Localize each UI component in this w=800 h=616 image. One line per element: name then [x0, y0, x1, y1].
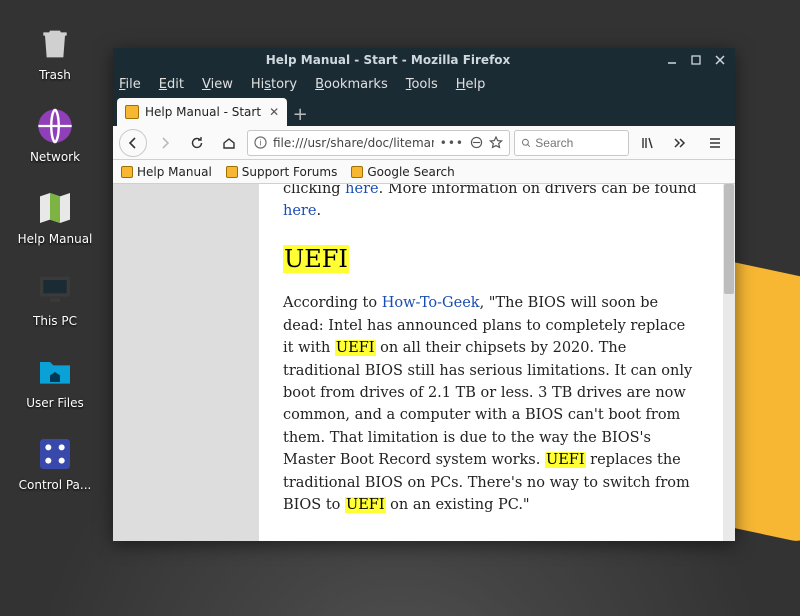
chevron-double-right-icon — [672, 136, 686, 150]
reader-mode-icon[interactable] — [470, 136, 483, 149]
browser-tab[interactable]: Help Manual - Start ✕ — [117, 98, 287, 126]
desktop-icon-help-manual[interactable]: Help Manual — [0, 186, 110, 246]
trash-icon — [35, 24, 75, 64]
article-heading: UEFI — [283, 241, 699, 278]
scrollbar-thumb[interactable] — [724, 184, 734, 294]
menu-bar: File Edit View History Bookmarks Tools H… — [113, 72, 735, 96]
home-icon — [222, 136, 236, 150]
content-area: clicking here. More information on drive… — [113, 184, 735, 541]
window-minimize-button[interactable] — [663, 51, 681, 69]
window-maximize-button[interactable] — [687, 51, 705, 69]
new-tab-button[interactable]: + — [287, 102, 313, 126]
bookmark-support-forums[interactable]: Support Forums — [226, 165, 338, 179]
link-here-2[interactable]: here — [283, 203, 316, 219]
bookmark-favicon — [121, 166, 133, 178]
reload-icon — [190, 136, 204, 150]
menu-bookmarks[interactable]: Bookmarks — [315, 77, 388, 92]
bookmark-star-icon[interactable] — [489, 136, 503, 150]
overflow-button[interactable] — [665, 129, 693, 157]
forward-button[interactable] — [151, 129, 179, 157]
tab-favicon — [125, 105, 139, 119]
menu-view[interactable]: View — [202, 77, 233, 92]
menu-edit[interactable]: Edit — [159, 77, 184, 92]
library-button[interactable] — [633, 129, 661, 157]
bookmark-google-search[interactable]: Google Search — [351, 165, 454, 179]
tab-title: Help Manual - Start — [145, 105, 261, 119]
desktop-icon-trash[interactable]: Trash — [0, 22, 110, 82]
desktop-icon-user-files[interactable]: User Files — [0, 350, 110, 410]
url-text: file:///usr/share/doc/liteman — [273, 136, 434, 150]
window-title: Help Manual - Start - Mozilla Firefox — [113, 53, 663, 67]
search-icon — [521, 137, 531, 149]
app-menu-button[interactable] — [701, 129, 729, 157]
folder-home-icon — [35, 352, 75, 392]
article-next-heading: How do I know if my computer has — [283, 539, 699, 541]
ellipsis-icon[interactable]: ••• — [440, 136, 464, 150]
menu-file[interactable]: File — [119, 77, 141, 92]
hamburger-icon — [708, 136, 722, 150]
reload-button[interactable] — [183, 129, 211, 157]
menu-help[interactable]: Help — [456, 77, 486, 92]
settings-icon — [35, 434, 75, 474]
article-paragraph: According to How-To-Geek, "The BIOS will… — [283, 292, 699, 517]
document-viewport[interactable]: clicking here. More information on drive… — [113, 184, 723, 541]
window-close-button[interactable] — [711, 51, 729, 69]
article-prev-line: clicking here. More information on drive… — [283, 184, 699, 223]
bookmark-favicon — [351, 166, 363, 178]
bookmark-help-manual[interactable]: Help Manual — [121, 165, 212, 179]
arrow-left-icon — [126, 136, 140, 150]
info-icon: i — [254, 136, 267, 149]
tab-strip: Help Manual - Start ✕ + — [113, 96, 735, 126]
desktop-icon-control-panel[interactable]: Control Pa... — [0, 432, 110, 492]
desktop-icon-network[interactable]: Network — [0, 104, 110, 164]
firefox-window: Help Manual - Start - Mozilla Firefox Fi… — [113, 48, 735, 541]
network-icon — [35, 106, 75, 146]
arrow-right-icon — [158, 136, 172, 150]
map-icon — [35, 188, 75, 228]
menu-tools[interactable]: Tools — [406, 77, 438, 92]
search-input[interactable] — [535, 136, 622, 150]
link-here-1[interactable]: here — [345, 184, 378, 197]
bookmarks-toolbar: Help Manual Support Forums Google Search — [113, 160, 735, 184]
svg-text:i: i — [259, 137, 261, 147]
window-titlebar[interactable]: Help Manual - Start - Mozilla Firefox — [113, 48, 735, 72]
home-button[interactable] — [215, 129, 243, 157]
library-icon — [640, 136, 654, 150]
article-page: clicking here. More information on drive… — [259, 184, 723, 541]
navigation-toolbar: i file:///usr/share/doc/liteman ••• — [113, 126, 735, 160]
menu-history[interactable]: History — [251, 77, 297, 92]
monitor-icon — [35, 270, 75, 310]
bookmark-favicon — [226, 166, 238, 178]
tab-close-button[interactable]: ✕ — [269, 105, 279, 119]
desktop-icon-this-pc[interactable]: This PC — [0, 268, 110, 328]
url-bar[interactable]: i file:///usr/share/doc/liteman ••• — [247, 130, 510, 156]
vertical-scrollbar[interactable] — [723, 184, 735, 541]
link-how-to-geek[interactable]: How-To-Geek — [382, 295, 480, 311]
back-button[interactable] — [119, 129, 147, 157]
search-box[interactable] — [514, 130, 629, 156]
